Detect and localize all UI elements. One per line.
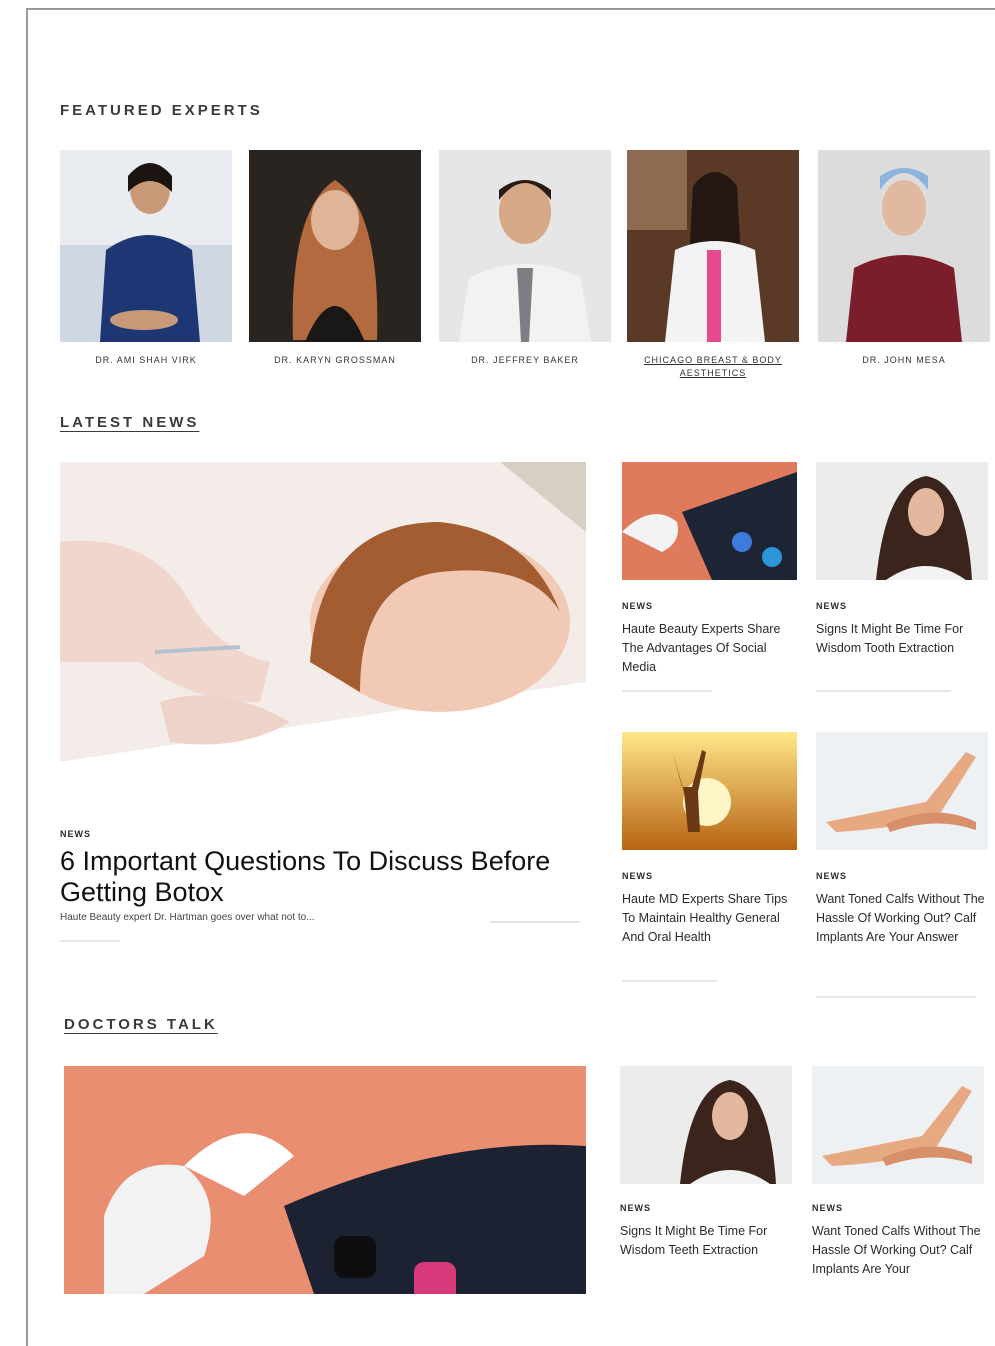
bottom-crop [28,1294,995,1346]
divider [60,940,120,942]
divider [816,690,951,692]
expert-photo[interactable] [60,150,232,342]
expert-name[interactable]: DR. JEFFREY BAKER [439,354,611,367]
expert-photo[interactable] [249,150,421,342]
expert-card[interactable]: DR. AMI SHAH VIRK [60,150,232,367]
news-card-title[interactable]: Want Toned Calfs Without The Hassle Of W… [812,1222,990,1279]
divider [490,921,580,923]
news-card-image[interactable] [812,1066,984,1184]
news-tag[interactable]: NEWS [816,871,847,881]
expert-card[interactable]: DR. KARYN GROSSMAN [249,150,421,367]
featured-news-title[interactable]: 6 Important Questions To Discuss Before … [60,846,590,908]
expert-card[interactable]: DR. JOHN MESA [818,150,990,367]
doctors-talk-featured-image[interactable] [64,1066,586,1294]
featured-news-image[interactable] [60,462,586,810]
news-card-title[interactable]: Haute MD Experts Share Tips To Maintain … [622,890,800,947]
news-tag[interactable]: NEWS [622,871,653,881]
news-card-image[interactable] [622,462,797,580]
expert-name[interactable]: DR. KARYN GROSSMAN [249,354,421,367]
latest-news-heading[interactable]: LATEST NEWS [60,414,199,431]
divider [816,996,976,998]
featured-experts-heading: FEATURED EXPERTS [60,102,263,119]
divider [622,980,717,982]
news-tag[interactable]: NEWS [622,601,653,611]
expert-card[interactable]: DR. JEFFREY BAKER [439,150,611,367]
news-tag[interactable]: NEWS [60,829,91,839]
expert-photo[interactable] [818,150,990,342]
news-card-image[interactable] [816,462,988,580]
divider [622,690,712,692]
news-card-image[interactable] [622,732,797,850]
expert-name[interactable]: DR. JOHN MESA [818,354,990,367]
expert-photo[interactable] [439,150,611,342]
news-tag[interactable]: NEWS [812,1203,843,1213]
news-tag[interactable]: NEWS [620,1203,651,1213]
news-card-title[interactable]: Signs It Might Be Time For Wisdom Tooth … [816,620,994,658]
expert-name[interactable]: CHICAGO BREAST & BODY AESTHETICS [627,354,799,380]
news-tag[interactable]: NEWS [816,601,847,611]
expert-photo[interactable] [627,150,799,342]
news-card-title[interactable]: Want Toned Calfs Without The Hassle Of W… [816,890,994,947]
news-card-title[interactable]: Signs It Might Be Time For Wisdom Teeth … [620,1222,798,1260]
news-card-title[interactable]: Haute Beauty Experts Share The Advantage… [622,620,800,677]
expert-name[interactable]: DR. AMI SHAH VIRK [60,354,232,367]
doctors-talk-heading[interactable]: DOCTORS TALK [64,1016,218,1033]
expert-card[interactable]: CHICAGO BREAST & BODY AESTHETICS [627,150,799,380]
news-card-image[interactable] [620,1066,792,1184]
news-card-image[interactable] [816,732,988,850]
